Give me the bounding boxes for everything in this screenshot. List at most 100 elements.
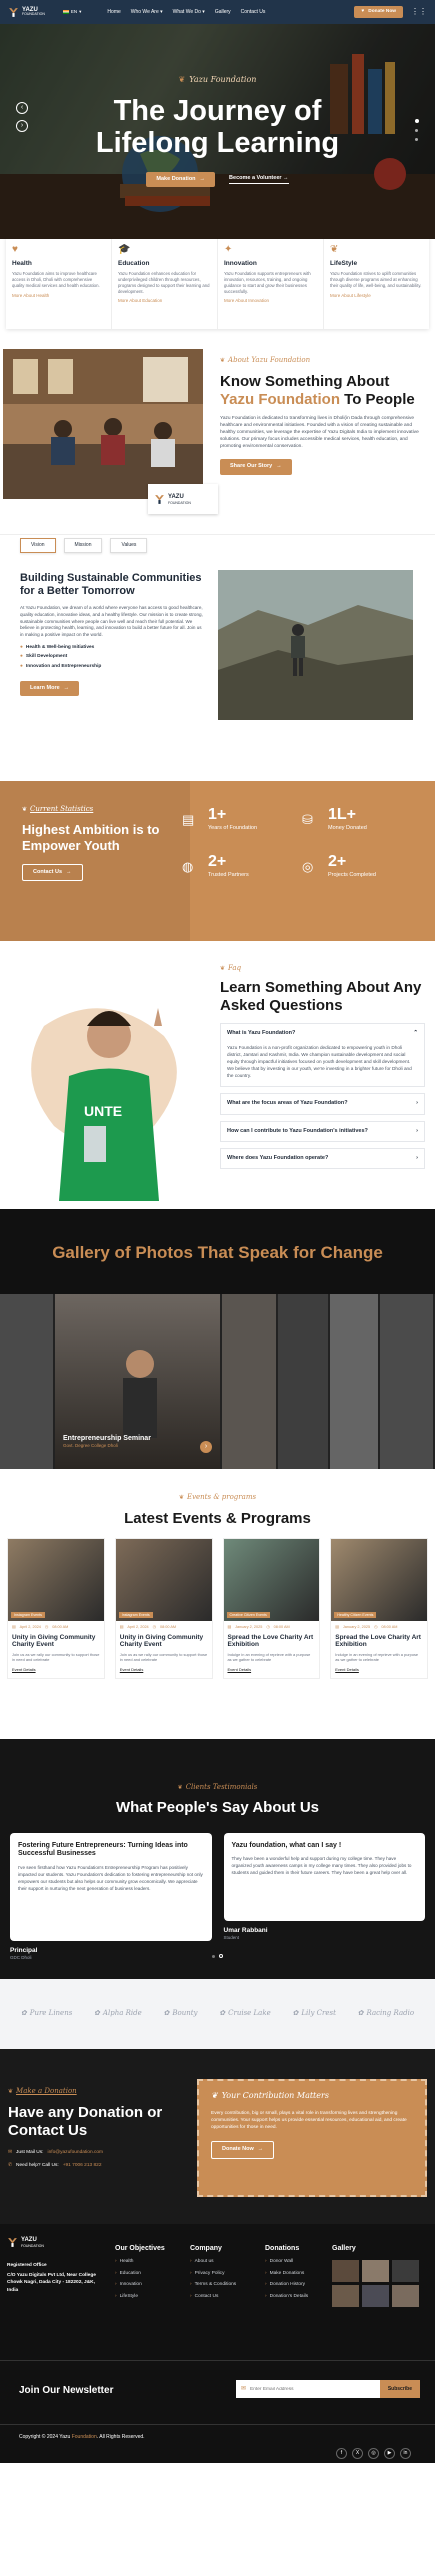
donation-box-button[interactable]: Donate Now → [211, 2141, 275, 2159]
subscribe-button[interactable]: Subscribe [379, 2380, 420, 2398]
footer-link[interactable]: › Education [115, 2271, 190, 2277]
linkedin-icon[interactable]: in [400, 2448, 411, 2459]
language-select[interactable]: EN ▾ [62, 9, 81, 15]
nav-what-we-do[interactable]: What We Do ▾ [173, 9, 205, 16]
dot-active[interactable] [219, 1954, 223, 1958]
money-icon: ⛁ [302, 811, 313, 827]
footer-link[interactable]: › Health [115, 2259, 190, 2265]
nav-who-we-are[interactable]: Who We Are ▾ [131, 9, 163, 16]
partner-logo[interactable]: ✿ Lily Crest [292, 2009, 335, 2018]
email-link[interactable]: info@yazufoundation.com [48, 2150, 104, 2156]
event-details-link[interactable]: Event Details [331, 1663, 427, 1678]
hero-next-arrow-icon[interactable]: › [16, 120, 28, 132]
faq-question[interactable]: Where does Yazu Foundation operate? › [220, 1147, 425, 1170]
gallery-photo[interactable] [0, 1294, 55, 1469]
nav-home[interactable]: Home [107, 9, 120, 16]
hero-prev-arrow-icon[interactable]: ‹ [16, 102, 28, 114]
footer-link[interactable]: › About us [190, 2259, 265, 2265]
become-volunteer-link[interactable]: Become a Volunteer → [229, 175, 289, 184]
gallery-photo-featured[interactable]: Entrepreneurship Seminar Govt. Degree Col… [55, 1294, 222, 1469]
footer-gallery-thumb[interactable] [362, 2285, 389, 2307]
footer-link[interactable]: › LifeStyle [115, 2294, 190, 2300]
footer-link[interactable]: › Donation's Details [265, 2294, 332, 2300]
leaf-icon: ❦ [178, 75, 186, 84]
partner-logo[interactable]: ✿ Bounty [163, 2009, 197, 2018]
gallery-arrow-icon[interactable]: › [200, 1441, 212, 1453]
tab-values[interactable]: Values [110, 538, 148, 553]
learn-more-button[interactable]: Learn More → [20, 681, 80, 697]
footer-link[interactable]: › Donor Wall [265, 2259, 332, 2265]
footer-link[interactable]: › Contact Us [190, 2294, 265, 2300]
contact-us-button[interactable]: Contact Us → [22, 863, 83, 882]
youtube-icon[interactable]: ▶ [384, 2448, 395, 2459]
footer-link[interactable]: › Privacy Policy [190, 2271, 265, 2277]
share-story-button[interactable]: Share Our Story → [220, 459, 292, 475]
slider-dot[interactable] [415, 138, 418, 141]
clock-icon: ◷ [266, 1625, 270, 1630]
gallery-photo[interactable] [278, 1294, 330, 1469]
newsletter-email-input[interactable] [250, 2386, 380, 2392]
chevron-right-icon: › [265, 2293, 267, 2299]
tab-vision[interactable]: Vision [20, 538, 56, 553]
slider-dot-active[interactable] [415, 119, 419, 123]
tab-mission[interactable]: Mission [63, 538, 103, 553]
about-office-image [3, 349, 203, 499]
dot[interactable] [212, 1954, 215, 1958]
event-title: Unity in Giving Community Charity Event [12, 1633, 96, 1649]
event-details-link[interactable]: Event Details [116, 1663, 212, 1678]
footer-link[interactable]: › Innovation [115, 2282, 190, 2288]
event-card[interactable]: Instagram Events ▤ April 2, 2024 ◷ 08:00 AM U… [114, 1538, 213, 1680]
copyright-brand: Foundation [71, 2434, 97, 2440]
leaf-icon: ❦ [22, 806, 28, 813]
feature-more-link[interactable]: More About Education [118, 298, 211, 304]
gallery-photo[interactable] [222, 1294, 278, 1469]
gallery-photo[interactable] [380, 1294, 435, 1469]
footer-logo[interactable]: YAZU FOUNDATION [7, 2236, 107, 2249]
partner-name: Pure Linens [29, 2009, 73, 2018]
event-details-link[interactable]: Event Details [224, 1663, 320, 1678]
phone-link[interactable]: +91 7006 213 822 [63, 2163, 102, 2169]
partner-logo[interactable]: ✿ Cruise Lake [219, 2009, 271, 2018]
donate-now-button[interactable]: ♥ Donate Now [354, 5, 403, 19]
about-text: Yazu Foundation is dedicated to transfor… [220, 416, 419, 450]
leaf-icon: ❦ [8, 2088, 14, 2095]
partner-logo[interactable]: ✿ Alpha Ride [94, 2009, 142, 2018]
make-donation-button[interactable]: Make Donation → [146, 171, 216, 187]
footer-link[interactable]: › Donation History [265, 2282, 332, 2288]
footer-gallery-thumb[interactable] [392, 2260, 419, 2282]
footer-link[interactable]: › Terms & Conditions [190, 2282, 265, 2288]
facebook-icon[interactable]: f [336, 2448, 347, 2459]
nav-contact[interactable]: Contact Us [241, 9, 266, 16]
partner-emblem-icon: ✿ [163, 2009, 170, 2018]
calendar-icon: ▤ [12, 1625, 16, 1630]
nav-gallery[interactable]: Gallery [215, 9, 231, 16]
slider-dot[interactable] [415, 129, 418, 132]
gallery-photo[interactable] [330, 1294, 380, 1469]
faq-question[interactable]: What are the focus areas of Yazu Foundat… [220, 1093, 425, 1115]
faq-question[interactable]: How can I contribute to Yazu Foundation'… [220, 1120, 425, 1142]
menu-grid-icon[interactable]: ⋮⋮ [411, 7, 427, 18]
faq-question[interactable]: What is Yazu Foundation? ⌃ [220, 1023, 425, 1044]
event-card[interactable]: Creative Citizen Events ▤ January 2, 2025 ◷… [222, 1538, 321, 1680]
footer-gallery-thumb[interactable] [362, 2260, 389, 2282]
check-circle-icon: ● [20, 654, 23, 660]
instagram-icon[interactable]: ◎ [368, 2448, 379, 2459]
feature-more-link[interactable]: More About Innovation [224, 298, 317, 304]
footer-gallery-thumb[interactable] [332, 2260, 359, 2282]
event-card[interactable]: Healthy Citizen Events ▤ January 2, 2025 ◷ 0… [330, 1538, 428, 1680]
footer-gallery-thumb[interactable] [332, 2285, 359, 2307]
site-logo[interactable]: YAZU FOUNDATION [8, 7, 45, 18]
feature-more-link[interactable]: More About Health [12, 293, 105, 299]
event-card[interactable]: Instagram Events ▤ April 2, 2024 ◷ 08:00 AM U… [7, 1538, 105, 1680]
x-twitter-icon[interactable]: X [352, 2448, 363, 2459]
stat-body: 2+ Projects Completed [328, 854, 388, 879]
event-details-link[interactable]: Event Details [8, 1663, 104, 1678]
footer-link[interactable]: › Make Donations [265, 2271, 332, 2277]
feature-more-link[interactable]: More About Lifestyle [330, 293, 423, 299]
footer-gallery-thumb[interactable] [392, 2285, 419, 2307]
logo-mark-icon [155, 494, 164, 504]
partner-logo[interactable]: ✿ Racing Radio [358, 2009, 414, 2018]
footer-col-donations: Donations › Donor Wall › Make Donations › Dona… [265, 2244, 332, 2305]
partner-logo[interactable]: ✿ Pure Linens [21, 2009, 72, 2018]
leaf-icon: ❦ [211, 2091, 218, 2100]
